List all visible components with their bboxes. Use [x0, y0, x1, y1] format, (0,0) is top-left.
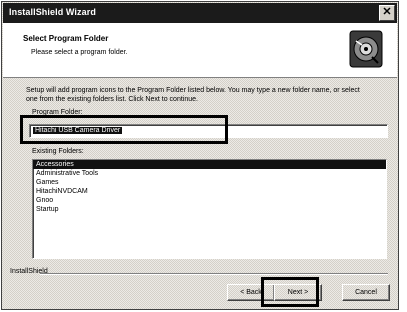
window-title: InstallShield Wizard — [9, 7, 96, 17]
existing-folders-list[interactable]: Accessories Administrative Tools Games H… — [32, 159, 387, 259]
wizard-header: Select Program Folder Please select a pr… — [3, 23, 397, 78]
folder-list-item[interactable]: Accessories — [33, 160, 386, 169]
footer-divider — [40, 273, 388, 275]
close-button[interactable]: ✕ — [379, 5, 395, 21]
folder-list-item[interactable]: HitachiNVDCAM — [33, 187, 386, 196]
folder-list-item[interactable]: Startup — [33, 205, 386, 214]
next-button-highlight — [261, 277, 319, 307]
page-title: Select Program Folder — [23, 34, 109, 43]
cancel-button[interactable]: Cancel — [342, 284, 390, 301]
instructions-text: Setup will add program icons to the Prog… — [26, 87, 360, 103]
program-folder-highlight — [20, 115, 228, 144]
folder-list-item[interactable]: Games — [33, 178, 386, 187]
page-subtitle: Please select a program folder. — [31, 49, 128, 56]
close-icon: ✕ — [382, 6, 392, 18]
installer-window: InstallShield Wizard ✕ Select Program Fo… — [1, 1, 399, 310]
title-bar[interactable]: InstallShield Wizard ✕ — [3, 3, 397, 23]
folder-list-item[interactable]: Gnoo — [33, 196, 386, 205]
existing-folders-label: Existing Folders: — [32, 148, 84, 155]
folder-list-item[interactable]: Administrative Tools — [33, 169, 386, 178]
installer-disc-icon — [349, 30, 383, 68]
